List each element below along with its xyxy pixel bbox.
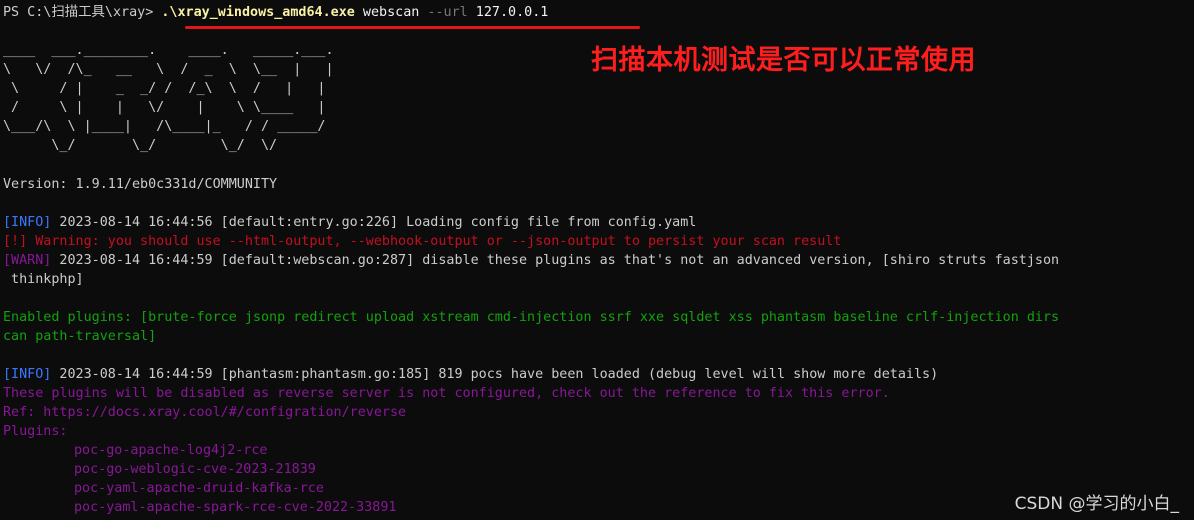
log-text: 2023-08-14 16:44:59 [phantasm:phantasm.g…: [51, 366, 939, 382]
plugin-item: poc-go-weblogic-cve-2023-21839: [74, 461, 316, 477]
banner-line: \ / | _ _/ / /_\ \ / | |: [3, 81, 326, 97]
log-text: 2023-08-14 16:44:59 [default:webscan.go:…: [51, 252, 1060, 268]
command-target: 127.0.0.1: [467, 5, 549, 20]
log-info-pocs: [INFO] 2023-08-14 16:44:59 [phantasm:pha…: [3, 365, 1194, 384]
command-flag: --url: [427, 5, 468, 20]
banner-line: \_/ \_/ \_/ \/: [3, 138, 278, 154]
command-prompt-line: PS C:\扫描工具\xray> .\xray_windows_amd64.ex…: [3, 3, 1194, 22]
banner-line: \___/\ \ |____| /\____|_ / / _____/: [3, 119, 326, 135]
info-tag: [INFO]: [3, 366, 52, 382]
log-warn-continuation: thinkphp]: [3, 271, 84, 287]
csdn-watermark: CSDN @学习的小白_: [1014, 494, 1179, 514]
reference-link: Ref: https://docs.xray.cool/#/configrati…: [3, 404, 407, 420]
prompt-path: PS C:\扫描工具\xray>: [3, 5, 162, 20]
info-tag: [INFO]: [3, 214, 52, 230]
plugins-label: Plugins:: [3, 423, 68, 439]
disabled-plugins-note: These plugins will be disabled as revers…: [3, 385, 890, 401]
plugin-item: poc-go-apache-log4j2-rce: [74, 442, 268, 458]
command-underline-annotation: [185, 26, 640, 29]
log-warn-plugins: [WARN] 2023-08-14 16:44:59 [default:webs…: [3, 251, 1194, 270]
enabled-plugins-line: Enabled plugins: [brute-force jsonp redi…: [3, 309, 1060, 325]
warn-tag: [WARN]: [3, 252, 52, 268]
terminal-output[interactable]: PS C:\扫描工具\xray> .\xray_windows_amd64.ex…: [3, 3, 1194, 520]
log-warning-output: [!] Warning: you should use --html-outpu…: [3, 233, 842, 249]
annotation-text: 扫描本机测试是否可以正常使用: [591, 45, 976, 76]
banner-line: / \ | | \/ | \ \____ |: [3, 100, 326, 116]
command-executable: .\xray_windows_amd64.exe: [161, 5, 355, 20]
version-line: Version: 1.9.11/eb0c331d/COMMUNITY: [3, 176, 278, 192]
enabled-plugins-continuation: can path-traversal]: [3, 328, 157, 344]
log-info-config: [INFO] 2023-08-14 16:44:56 [default:entr…: [3, 213, 1194, 232]
command-subcommand: webscan: [354, 5, 428, 20]
log-text: 2023-08-14 16:44:56 [default:entry.go:22…: [51, 214, 697, 230]
